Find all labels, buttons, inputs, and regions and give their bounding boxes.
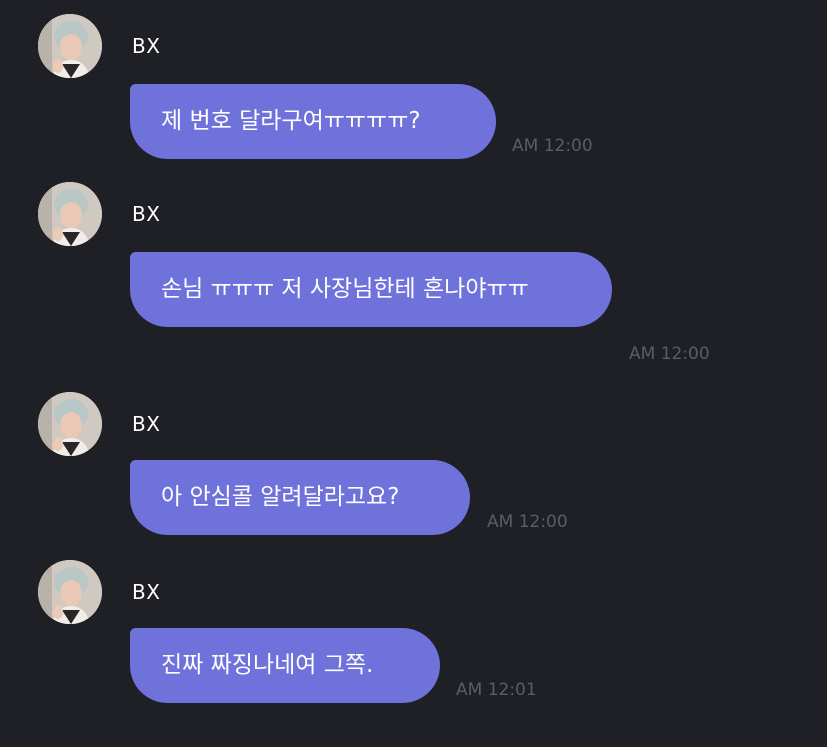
message-text: 진짜 짜징나네여 그쪽. (161, 652, 374, 678)
sender-avatar[interactable] (38, 14, 102, 78)
message-timestamp: AM 12:00 (487, 512, 568, 532)
message-bubble[interactable]: 제 번호 달라구여ㅠㅠㅠㅠ? (130, 84, 496, 159)
message-timestamp: AM 12:01 (456, 680, 537, 700)
profile-photo-icon (38, 560, 102, 624)
sender-name: BX (132, 34, 161, 58)
message-text: 제 번호 달라구여ㅠㅠㅠㅠ? (161, 108, 421, 134)
profile-photo-icon (38, 182, 102, 246)
sender-avatar[interactable] (38, 392, 102, 456)
message-text: 아 안심콜 알려달라고요? (161, 484, 400, 510)
sender-avatar[interactable] (38, 560, 102, 624)
message-bubble[interactable]: 아 안심콜 알려달라고요? (130, 460, 470, 535)
message-bubble[interactable]: 손님 ㅠㅠㅠ 저 사장님한테 혼나야ㅠㅠ (130, 252, 612, 327)
chat-thread: BX 제 번호 달라구여ㅠㅠㅠㅠ? AM 12:00 BX 손님 ㅠㅠㅠ 저 사… (0, 0, 827, 747)
sender-name: BX (132, 412, 161, 436)
message-timestamp: AM 12:00 (629, 344, 710, 364)
profile-photo-icon (38, 14, 102, 78)
sender-name: BX (132, 202, 161, 226)
sender-name: BX (132, 580, 161, 604)
message-timestamp: AM 12:00 (512, 136, 593, 156)
profile-photo-icon (38, 392, 102, 456)
message-text: 손님 ㅠㅠㅠ 저 사장님한테 혼나야ㅠㅠ (161, 276, 529, 302)
message-bubble[interactable]: 진짜 짜징나네여 그쪽. (130, 628, 440, 703)
sender-avatar[interactable] (38, 182, 102, 246)
